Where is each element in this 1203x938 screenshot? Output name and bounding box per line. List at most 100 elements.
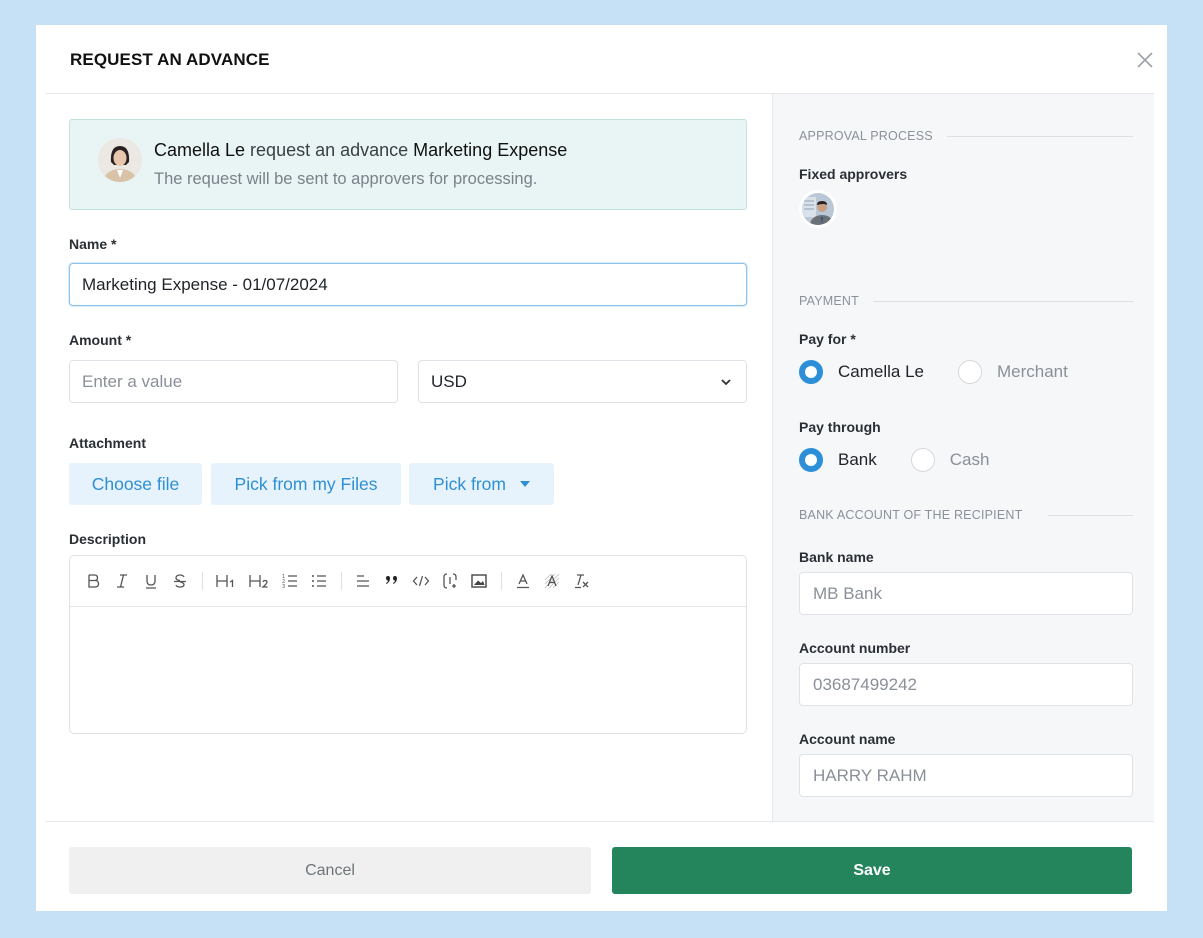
close-button[interactable]: [1132, 47, 1158, 73]
underline-icon: [146, 575, 156, 589]
choose-file-button[interactable]: Choose file: [69, 463, 202, 505]
save-button[interactable]: Save: [612, 847, 1132, 894]
details-panel: APPROVAL PROCESS Fixed approvers PAYMENT…: [772, 94, 1154, 821]
horizontal-rule-icon: [357, 575, 369, 587]
approval-process-section: APPROVAL PROCESS: [799, 129, 1133, 143]
account-name-input[interactable]: HARRY RAHM: [799, 754, 1133, 797]
pay-through-bank-radio[interactable]: Bank: [799, 448, 877, 472]
quote-icon: [386, 576, 397, 584]
highlight-button[interactable]: [543, 569, 561, 593]
request-banner: Camella Le request an advance Marketing …: [69, 119, 747, 210]
bullet-list-icon: [312, 575, 326, 587]
bold-button[interactable]: [84, 569, 102, 593]
bank-name-input[interactable]: MB Bank: [799, 572, 1133, 615]
approver-avatar[interactable]: [799, 190, 837, 228]
request-advance-modal: REQUEST AN ADVANCE Camella Le request an…: [36, 25, 1167, 911]
amount-input[interactable]: Enter a value: [69, 360, 398, 403]
image-button[interactable]: [470, 569, 488, 593]
code-button[interactable]: [412, 569, 430, 593]
section-title-bank: BANK ACCOUNT OF THE RECIPIENT: [799, 508, 1023, 522]
clear-format-icon: [575, 574, 589, 589]
pay-for-radio-group: Camella Le Merchant: [799, 360, 1102, 384]
modal-header: REQUEST AN ADVANCE: [46, 25, 1154, 94]
requester-name: Camella Le: [154, 140, 246, 160]
radio-label: Cash: [949, 450, 990, 469]
radio-unselected-icon: [910, 448, 935, 472]
bank-name-label: Bank name: [799, 549, 874, 565]
currency-value: USD: [431, 371, 467, 391]
bullet-list-button[interactable]: [310, 569, 328, 593]
toolbar-divider: [501, 572, 502, 590]
account-name-label: Account name: [799, 731, 896, 747]
description-content[interactable]: [70, 608, 746, 733]
name-input[interactable]: Marketing Expense - 01/07/2024: [69, 263, 747, 306]
section-divider: [1048, 514, 1133, 516]
cancel-button[interactable]: Cancel: [69, 847, 591, 894]
account-number-input[interactable]: 03687499242: [799, 663, 1133, 706]
description-label: Description: [69, 531, 147, 547]
currency-select[interactable]: USD: [418, 360, 747, 403]
pay-for-camella-radio[interactable]: Camella Le: [799, 360, 924, 384]
blockquote-button[interactable]: [383, 569, 401, 593]
insert-field-icon: [443, 573, 457, 589]
heading-1-icon: [216, 575, 234, 587]
footer-divider: [46, 821, 1154, 822]
payment-section: PAYMENT: [799, 294, 1133, 308]
close-icon: [1137, 52, 1153, 68]
description-editor: 123: [69, 555, 747, 734]
image-icon: [471, 574, 487, 588]
ordered-list-button[interactable]: 123: [281, 569, 299, 593]
pay-for-merchant-radio[interactable]: Merchant: [958, 360, 1068, 384]
banner-subtitle: The request will be sent to approvers fo…: [154, 170, 538, 188]
heading-1-button[interactable]: [215, 569, 237, 593]
pay-through-cash-radio[interactable]: Cash: [910, 448, 990, 472]
text-color-button[interactable]: [514, 569, 532, 593]
bank-account-section: BANK ACCOUNT OF THE RECIPIENT: [799, 508, 1133, 522]
requester-avatar: [98, 138, 142, 182]
heading-2-icon: [249, 575, 268, 588]
insert-field-button[interactable]: [441, 569, 459, 593]
radio-label: Merchant: [997, 362, 1068, 381]
account-number-label: Account number: [799, 640, 911, 656]
editor-toolbar: 123: [70, 556, 746, 607]
amount-label: Amount *: [69, 332, 132, 348]
modal-title: REQUEST AN ADVANCE: [70, 50, 270, 69]
horizontal-rule-button[interactable]: [354, 569, 372, 593]
italic-icon: [117, 574, 127, 588]
pay-through-radio-group: Bank Cash: [799, 448, 1023, 472]
section-title-payment: PAYMENT: [799, 294, 859, 308]
italic-button[interactable]: [113, 569, 131, 593]
caret-down-icon: [519, 481, 530, 487]
expense-name: Marketing Expense: [413, 140, 568, 160]
radio-unselected-icon: [958, 360, 982, 384]
section-title-approval: APPROVAL PROCESS: [799, 129, 933, 143]
strikethrough-icon: [174, 574, 186, 588]
underline-button[interactable]: [142, 569, 160, 593]
pick-from-dropdown-button[interactable]: Pick from: [409, 463, 554, 505]
clear-format-button[interactable]: [572, 569, 590, 593]
banner-middle-text: request an advance: [245, 140, 414, 160]
svg-text:3: 3: [282, 584, 285, 590]
section-divider: [872, 300, 1133, 302]
code-icon: [412, 575, 430, 587]
toolbar-divider: [202, 572, 203, 590]
highlight-icon: [544, 573, 560, 589]
pay-for-label: Pay for *: [799, 331, 856, 347]
bold-icon: [88, 574, 100, 588]
radio-selected-icon: [799, 360, 823, 384]
pick-from-label: Pick from: [433, 473, 506, 494]
attachment-label: Attachment: [69, 435, 147, 451]
radio-label: Camella Le: [838, 362, 924, 381]
pay-through-label: Pay through: [799, 419, 881, 435]
heading-2-button[interactable]: [248, 569, 270, 593]
request-form: Camella Le request an advance Marketing …: [46, 94, 772, 821]
ordered-list-icon: 123: [282, 574, 297, 590]
chevron-down-icon: [721, 379, 731, 386]
pick-from-my-files-button[interactable]: Pick from my Files: [211, 463, 401, 505]
section-divider: [946, 135, 1133, 137]
name-label: Name *: [69, 236, 117, 252]
text-color-icon: [517, 573, 529, 589]
strikethrough-button[interactable]: [171, 569, 189, 593]
banner-title: Camella Le request an advance Marketing …: [154, 140, 567, 161]
radio-label: Bank: [838, 450, 877, 469]
